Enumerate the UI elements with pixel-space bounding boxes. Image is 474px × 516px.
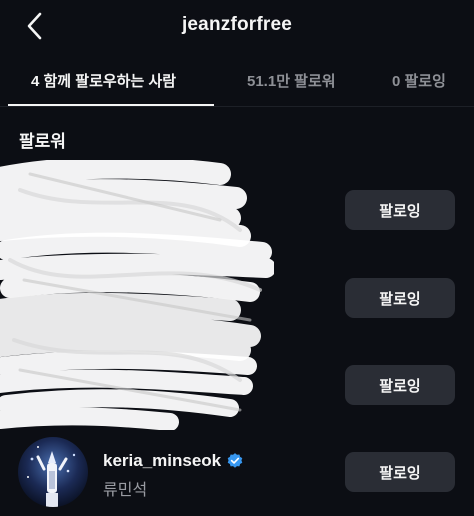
- tab-followers[interactable]: 51.1만 팔로워: [247, 70, 336, 91]
- tabs-divider: [0, 106, 474, 107]
- page-title: jeanzforfree: [181, 14, 293, 35]
- user-info[interactable]: keria_minseok 류민석: [103, 451, 244, 500]
- username: keria_minseok: [103, 451, 222, 470]
- avatar[interactable]: [18, 437, 88, 507]
- following-button[interactable]: 팔로잉: [345, 190, 455, 230]
- tab-bar: 4 함께 팔로우하는 사람 51.1만 팔로워 0 팔로잉: [0, 60, 474, 106]
- verified-badge-icon: [227, 453, 243, 468]
- tab-following[interactable]: 0 팔로잉: [392, 70, 446, 91]
- followers-screen: jeanzforfree 4 함께 팔로우하는 사람 51.1만 팔로워 0 팔…: [0, 0, 474, 516]
- full-name: 류민석: [103, 482, 148, 499]
- following-button[interactable]: 팔로잉: [345, 452, 455, 492]
- username-row: keria_minseok: [103, 451, 244, 471]
- following-button[interactable]: 팔로잉: [345, 278, 455, 318]
- section-label: 팔로워: [19, 132, 66, 151]
- top-bar: jeanzforfree: [0, 0, 474, 54]
- profile-photo: [18, 437, 88, 507]
- tab-mutual-followers[interactable]: 4 함께 팔로우하는 사람: [31, 70, 176, 91]
- redaction-scribble: [0, 160, 274, 430]
- following-button[interactable]: 팔로잉: [345, 365, 455, 405]
